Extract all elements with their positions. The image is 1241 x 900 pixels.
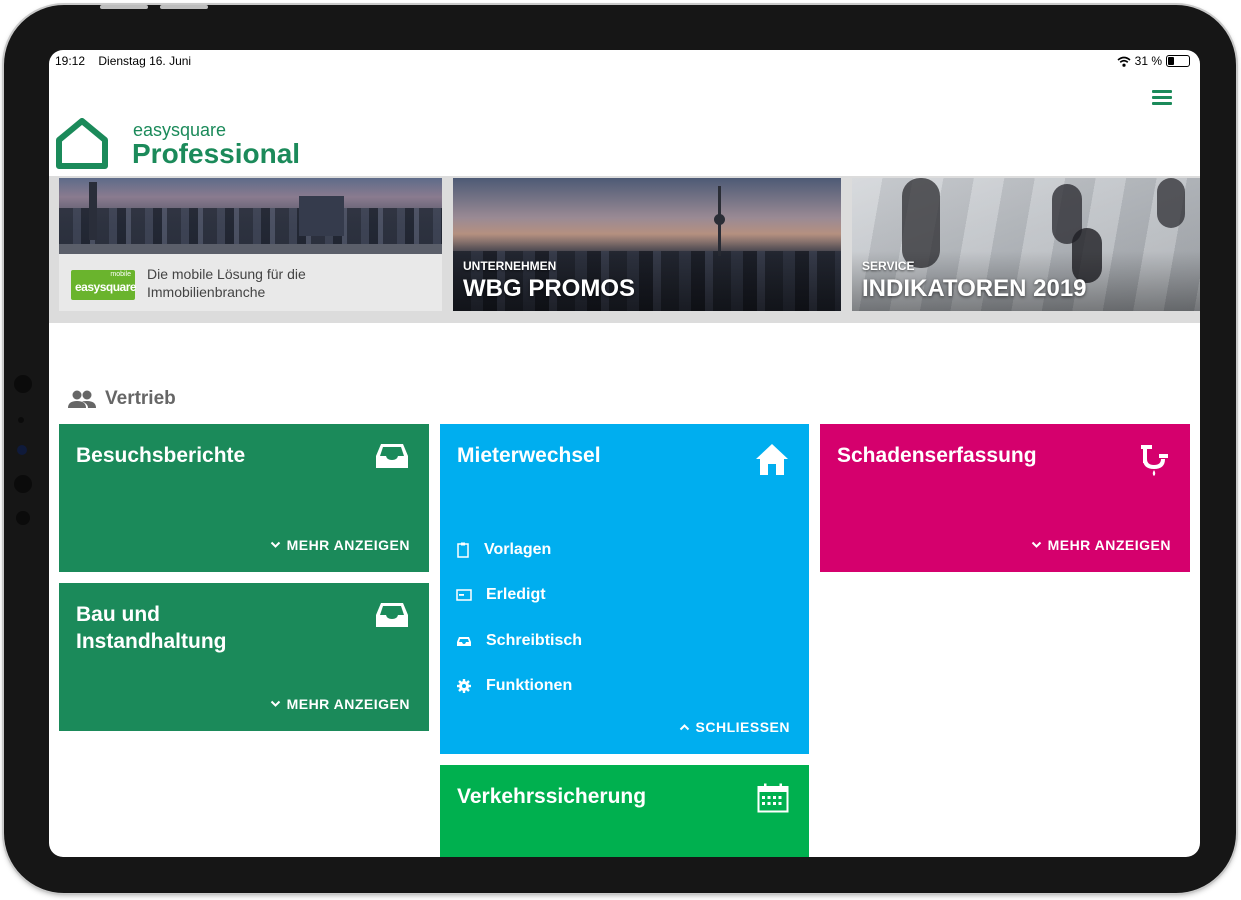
chevron-down-icon bbox=[1031, 541, 1041, 548]
tile-title: Schadenserfassung bbox=[837, 444, 1037, 467]
banner-category: SERVICE bbox=[862, 259, 915, 273]
menu-item-label: Vorlagen bbox=[484, 541, 552, 558]
tile-bau-und-instandhaltung[interactable]: Bau und Instandhaltung MEHR ANZEIGEN bbox=[59, 583, 429, 731]
tile-title: Mieterwechsel bbox=[457, 444, 601, 467]
badge-easysquare-text: easysquare bbox=[75, 280, 137, 294]
banner-indikatoren[interactable]: SERVICE INDIKATOREN 2019 bbox=[852, 178, 1200, 311]
menu-item-schreibtisch[interactable]: Schreibtisch bbox=[456, 632, 582, 650]
more-button[interactable]: MEHR ANZEIGEN bbox=[270, 696, 410, 712]
gear-icon bbox=[457, 679, 471, 693]
card-icon bbox=[456, 589, 472, 601]
tile-verkehrssicherung[interactable]: Verkehrssicherung bbox=[440, 765, 809, 857]
battery-percent: 31 % bbox=[1134, 54, 1162, 68]
logo-professional: Professional bbox=[132, 138, 301, 169]
menu-item-label: Schreibtisch bbox=[486, 632, 583, 649]
banner-title: INDIKATOREN 2019 bbox=[862, 275, 1087, 302]
more-label: MEHR ANZEIGEN bbox=[1047, 537, 1171, 553]
menu-item-vorlagen[interactable]: Vorlagen bbox=[456, 541, 551, 559]
sensor-dot bbox=[18, 417, 24, 423]
easysquare-badge: mobile easysquare bbox=[71, 270, 137, 300]
inbox-icon bbox=[376, 603, 408, 627]
hamburger-menu-icon[interactable] bbox=[1152, 90, 1172, 106]
status-time: 19:12 bbox=[55, 54, 86, 68]
close-label: SCHLIESSEN bbox=[695, 719, 790, 735]
house-icon bbox=[756, 444, 788, 475]
wifi-icon bbox=[1117, 56, 1131, 67]
battery-icon bbox=[1166, 55, 1190, 67]
more-button[interactable]: MEHR ANZEIGEN bbox=[1031, 537, 1171, 553]
tile-title: Besuchsberichte bbox=[76, 444, 246, 467]
tablet-frame: 19:12 Dienstag 16. Juni 31 % easysquare … bbox=[4, 5, 1236, 893]
tile-mieterwechsel[interactable]: Mieterwechsel Vorlagen Erledigt Schreibt… bbox=[440, 424, 809, 754]
more-button[interactable]: MEHR ANZEIGEN bbox=[270, 537, 410, 553]
app-screen: 19:12 Dienstag 16. Juni 31 % easysquare … bbox=[49, 50, 1200, 857]
chevron-down-icon bbox=[270, 700, 280, 707]
clipboard-icon bbox=[457, 542, 469, 558]
inbox-icon bbox=[376, 444, 408, 468]
people-icon bbox=[68, 390, 96, 408]
tile-schadenserfassung[interactable]: Schadenserfassung MEHR ANZEIGEN bbox=[820, 424, 1190, 572]
close-button[interactable]: SCHLIESSEN bbox=[679, 719, 790, 735]
section-title: Vertrieb bbox=[105, 388, 176, 409]
sensor-dot bbox=[16, 511, 30, 525]
badge-mobile-text: mobile bbox=[110, 271, 131, 278]
tile-title: Verkehrssicherung bbox=[457, 785, 647, 808]
status-date: Dienstag 16. Juni bbox=[98, 54, 192, 68]
menu-item-erledigt[interactable]: Erledigt bbox=[456, 586, 546, 604]
app-logo: easysquare Professional bbox=[55, 118, 300, 175]
city-skyline-image bbox=[59, 178, 442, 254]
menu-item-label: Erledigt bbox=[486, 586, 546, 603]
banner-title: WBG PROMOS bbox=[463, 275, 635, 302]
banner-wbg-promos[interactable]: UNTERNEHMEN WBG PROMOS bbox=[453, 178, 841, 311]
more-label: MEHR ANZEIGEN bbox=[286, 537, 410, 553]
banner-easysquare[interactable]: mobile easysquare Die mobile Lösung für … bbox=[59, 178, 442, 311]
banner-tagline-1: Die mobile Lösung für die bbox=[147, 266, 306, 282]
chevron-up-icon bbox=[679, 724, 689, 731]
pipe-leak-icon bbox=[1141, 445, 1168, 476]
calendar-icon bbox=[757, 783, 789, 813]
banner-tagline-2: Immobilienbranche bbox=[147, 284, 266, 300]
menu-item-funktionen[interactable]: Funktionen bbox=[456, 677, 572, 695]
banner-category: UNTERNEHMEN bbox=[463, 259, 557, 273]
section-header-vertrieb: Vertrieb bbox=[67, 388, 176, 410]
status-bar: 19:12 Dienstag 16. Juni 31 % bbox=[49, 50, 1200, 72]
inbox-icon bbox=[457, 637, 471, 646]
camera-lens bbox=[17, 445, 27, 455]
power-button bbox=[160, 5, 208, 9]
house-logo-icon bbox=[56, 118, 108, 169]
tile-title: Bau und Instandhaltung bbox=[76, 603, 227, 653]
tile-besuchsberichte[interactable]: Besuchsberichte MEHR ANZEIGEN bbox=[59, 424, 429, 572]
banner-carousel: mobile easysquare Die mobile Lösung für … bbox=[49, 176, 1200, 323]
volume-button bbox=[100, 5, 148, 9]
camera-dot bbox=[14, 375, 32, 393]
sensor-dot bbox=[14, 475, 32, 493]
menu-item-label: Funktionen bbox=[486, 677, 573, 694]
more-label: MEHR ANZEIGEN bbox=[286, 696, 410, 712]
chevron-down-icon bbox=[270, 541, 280, 548]
